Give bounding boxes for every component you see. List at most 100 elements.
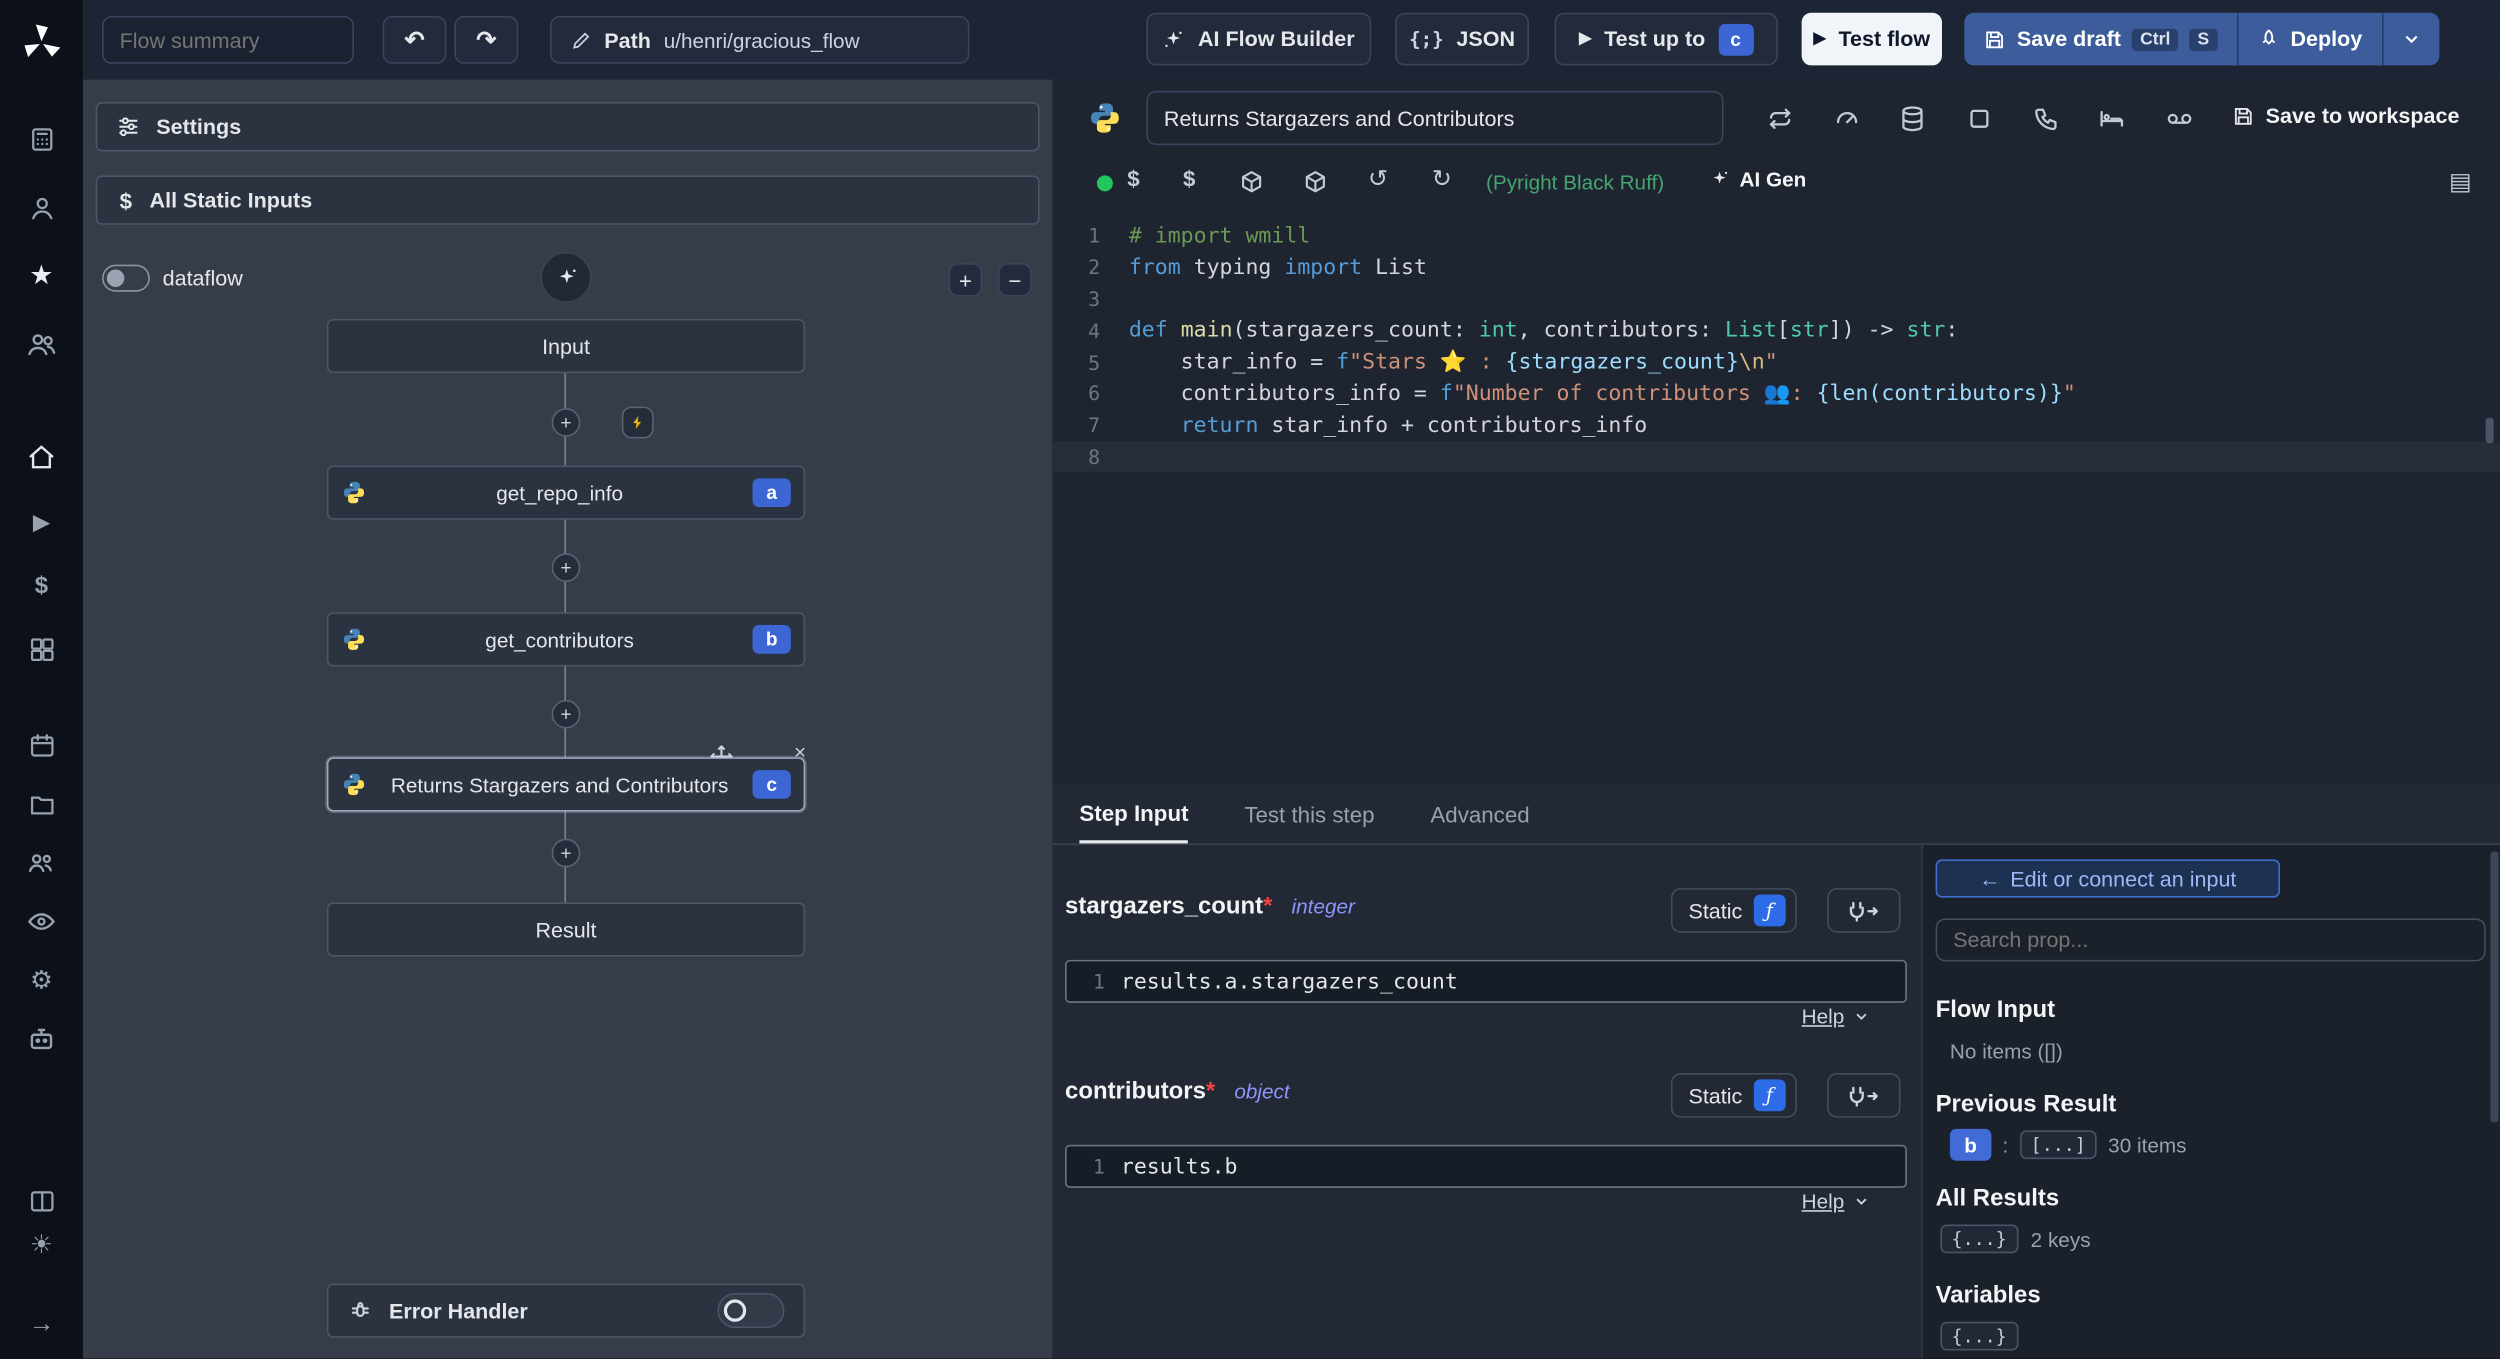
play-icon[interactable]: ▶ [33,507,50,536]
edit-connect-label: Edit or connect an input [2010,866,2237,891]
square-icon[interactable] [1966,105,1993,132]
folder-icon[interactable] [28,789,55,818]
save-icon [2232,104,2254,126]
app-sidebar: ★ ▶ $ ⚙ ☀ → [0,0,83,1359]
undo-button[interactable]: ↶ [382,15,447,64]
dollar-icon[interactable]: $ [1183,166,1195,192]
ai-gen-button[interactable]: AI Gen [1709,167,1806,191]
expr-editor[interactable]: 1 results.b [1065,1144,1907,1188]
panels-icon[interactable] [28,1186,55,1215]
zoom-out-button[interactable]: − [998,263,1032,297]
collapsed-object-chip[interactable]: {...} [1940,1224,2018,1254]
code-line[interactable]: 4 def main(stargazers_count: int, contrib… [1052,315,2500,347]
database-icon[interactable] [1899,105,1926,132]
flow-node-result[interactable]: Result [326,902,806,957]
connect-input-button[interactable] [1827,1073,1901,1118]
code-line[interactable]: 5 star_info = f"Stars ⭐ : {stargazers_co… [1052,346,2500,378]
tab-advanced[interactable]: Advanced [1430,784,1529,843]
dataflow-toggle[interactable] [102,264,150,292]
code-line[interactable]: 2 from typing import List [1052,252,2500,284]
save-draft-button[interactable]: Save draft Ctrl S [1964,13,2236,66]
add-step-button[interactable]: + [551,838,581,868]
deploy-dropdown-button[interactable] [2383,13,2439,66]
step-badge[interactable]: b [1949,1128,1992,1161]
windmill-logo[interactable] [19,19,64,67]
user-icon[interactable] [28,193,55,222]
tab-step-input[interactable]: Step Input [1079,784,1189,844]
search-prop-input[interactable] [1935,918,2486,962]
zoom-in-button[interactable]: + [948,263,983,297]
deploy-button[interactable]: Deploy [2238,13,2382,66]
flow-node-step-c-selected[interactable]: Returns Stargazers and Contributors c [326,757,806,812]
add-step-button[interactable]: + [551,699,581,729]
ai-flow-builder-button[interactable]: AI Flow Builder [1146,12,1372,66]
json-button[interactable]: {;} JSON [1395,12,1530,66]
path-button[interactable]: Path u/henri/gracious_flow [550,15,970,64]
step-title-input[interactable] [1146,90,1724,146]
item-count: 30 items [2108,1132,2187,1157]
code-line[interactable]: 7 return star_info + contributors_info [1052,409,2500,441]
grid-icon[interactable] [28,124,55,153]
deploy-label: Deploy [2290,27,2363,52]
test-up-to-button[interactable]: ▶ Test up to c [1554,12,1778,66]
bed-icon[interactable] [2098,105,2125,132]
connect-input-button[interactable] [1827,888,1901,933]
calendar-icon[interactable] [28,730,55,759]
add-step-button[interactable]: + [551,408,581,437]
tab-test-this-step[interactable]: Test this step [1244,784,1374,843]
static-mode-toggle[interactable]: Static ƒ [1670,1073,1797,1118]
flow-summary-input[interactable] [102,15,354,64]
error-handler-toggle[interactable] [717,1293,785,1329]
worker-icon[interactable] [27,1025,56,1054]
static-mode-toggle[interactable]: Static ƒ [1670,888,1797,933]
add-step-button[interactable]: + [551,553,581,582]
collapsed-object-chip[interactable]: {...} [1940,1321,2018,1351]
phone-icon[interactable] [2033,105,2060,132]
gear-icon[interactable]: ⚙ [30,966,53,995]
save-to-workspace-button[interactable]: Save to workspace [2232,104,2459,128]
auto-layout-wand-button[interactable] [540,251,592,303]
users-icon[interactable] [27,330,56,359]
redo-button[interactable]: ↷ [454,15,519,64]
eye-icon[interactable] [27,907,56,936]
code-lines: 1 # import wmill 2 from typing import List 3… [1052,220,2500,473]
code-line[interactable]: 3 [1052,283,2500,315]
sun-icon[interactable]: ☀ [30,1231,53,1259]
blocks-icon[interactable] [28,635,55,664]
all-static-inputs-button[interactable]: $ All Static Inputs [95,175,1040,225]
package-icon[interactable] [1239,169,1265,195]
dollar-icon[interactable]: $ [35,571,48,600]
edit-connect-input-button[interactable]: ← Edit or connect an input [1935,859,2280,898]
expr-editor[interactable]: 1 results.a.stargazers_count [1065,959,1907,1003]
props-scrollbar[interactable] [2490,851,2499,1123]
collapsed-array-chip[interactable]: [...] [2019,1130,2098,1160]
flow-node-input[interactable]: Input [326,318,806,374]
error-handler-button[interactable]: Error Handler [326,1283,806,1338]
test-flow-button[interactable]: ▶ Test flow [1801,12,1942,66]
star-icon[interactable]: ★ [29,260,53,290]
flow-node-step-a[interactable]: get_repo_info a [326,465,806,520]
flow-settings-button[interactable]: Settings [95,102,1040,152]
group-icon[interactable] [27,848,56,877]
dollar-icon[interactable]: $ [1127,166,1139,192]
code-scrollbar[interactable] [2485,417,2494,444]
package-icon[interactable] [1303,169,1329,195]
code-line[interactable]: 1 # import wmill [1052,220,2500,252]
flow-node-step-b[interactable]: get_contributors b [326,612,806,667]
library-icon[interactable]: ▤ [2449,167,2472,196]
voicemail-icon[interactable] [2165,105,2194,132]
code-line[interactable]: 6 contributors_info = f"Number of contri… [1052,378,2500,410]
gauge-icon[interactable] [1834,105,1861,132]
help-row[interactable]: Help [1802,1004,1870,1028]
trigger-bolt-button[interactable] [621,406,654,439]
code-line[interactable]: 8 [1052,440,2500,473]
home-icon[interactable] [27,443,56,472]
arrows-cycle-icon[interactable] [1767,105,1794,132]
arrow-right-icon[interactable]: → [29,1311,55,1340]
help-link[interactable]: Help [1802,1189,1845,1213]
sliders-icon [116,115,140,139]
help-row[interactable]: Help [1802,1189,1870,1213]
reset-icon[interactable]: ↺ [1368,164,1388,193]
reload-icon[interactable]: ↻ [1432,164,1452,193]
help-link[interactable]: Help [1802,1004,1845,1028]
